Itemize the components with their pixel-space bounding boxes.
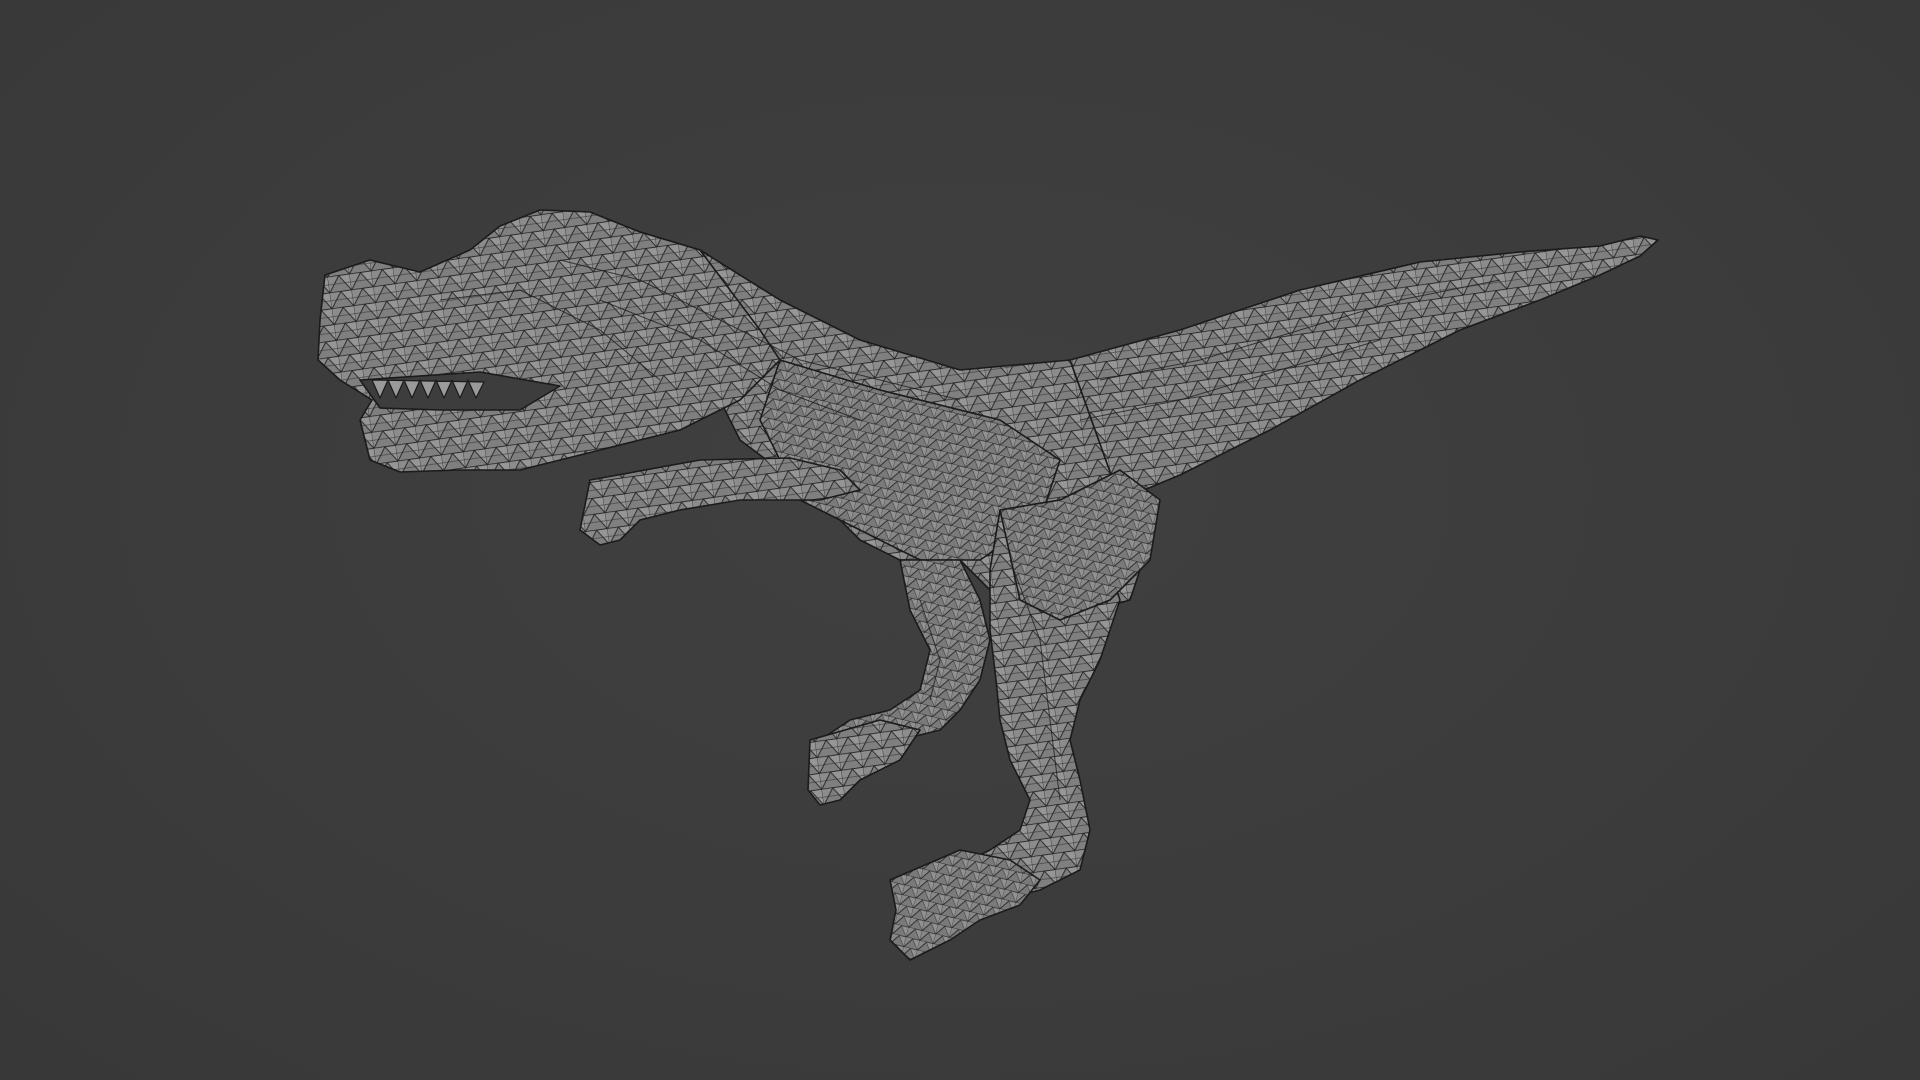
mesh-foot-front <box>889 849 1041 961</box>
3d-viewport[interactable] <box>0 0 1920 1080</box>
mesh-head <box>317 209 781 473</box>
dinosaur-mesh-model[interactable] <box>0 0 1920 1080</box>
dinosaur-mesh <box>317 209 1659 961</box>
mesh-foot-back <box>807 719 921 806</box>
